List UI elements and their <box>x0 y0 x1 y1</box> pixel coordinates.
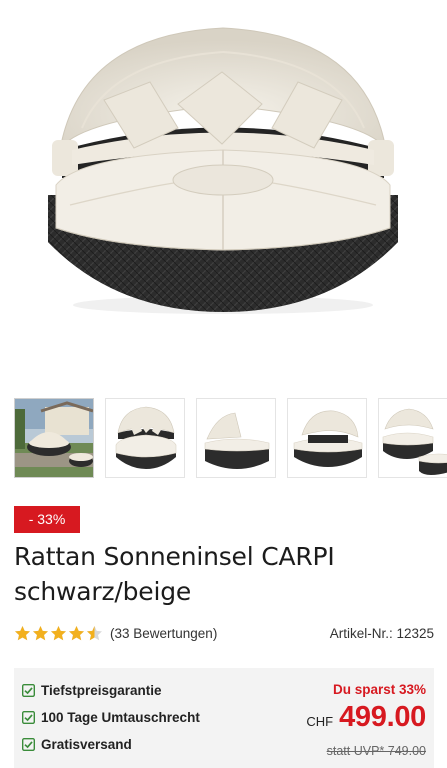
front-view-thumbnail <box>106 399 184 477</box>
article-number: Artikel-Nr.: 12325 <box>329 626 434 641</box>
price-panel: Tiefstpreisgarantie 100 Tage Umtauschrec… <box>14 668 434 768</box>
star-icon <box>15 626 30 641</box>
benefit-label: Gratisversand <box>41 736 132 752</box>
gallery-thumbnail-5[interactable] <box>378 398 447 478</box>
star-icon <box>33 626 48 641</box>
current-price: 499.00 <box>339 701 426 733</box>
gallery-thumbnail-1[interactable] <box>14 398 94 478</box>
outdoor-scene-thumbnail <box>15 399 93 477</box>
benefit-item: 100 Tage Umtauschrecht <box>22 707 200 727</box>
star-rating[interactable] <box>14 625 103 642</box>
currency-label: CHF <box>306 714 334 729</box>
savings-text: Du sparst 33% <box>332 682 426 697</box>
benefit-item: Tiefstpreisgarantie <box>22 680 162 700</box>
benefit-label: 100 Tage Umtauschrecht <box>41 709 200 725</box>
gallery-thumbnail-3[interactable] <box>196 398 276 478</box>
product-title: Rattan Sonneninsel CARPI schwarz/beige <box>14 542 335 606</box>
star-icon <box>87 626 102 641</box>
original-price: statt UVP* 749.00 <box>326 744 426 758</box>
benefit-label: Tiefstpreisgarantie <box>41 682 162 698</box>
benefit-item: Gratisversand <box>22 734 132 754</box>
checkbox-check-icon <box>22 737 35 751</box>
gallery-thumbnail-2[interactable] <box>105 398 185 478</box>
gallery-thumbnail-4[interactable] <box>287 398 367 478</box>
checkbox-check-icon <box>22 710 35 724</box>
product-main-image[interactable] <box>0 0 447 390</box>
star-icon <box>51 626 66 641</box>
folded-view-thumbnail <box>197 399 275 477</box>
star-icon <box>69 626 84 641</box>
reviews-link[interactable]: (33 Bewertungen) <box>110 626 217 641</box>
discount-badge: - 33% <box>14 506 80 533</box>
thumbnail-strip <box>0 398 447 480</box>
side-view-thumbnail <box>288 399 366 477</box>
price-row: CHF 499.00 <box>306 701 426 734</box>
checkbox-check-icon <box>22 683 35 697</box>
sun-island-illustration <box>48 27 398 314</box>
split-view-thumbnail <box>379 399 447 477</box>
rating-row: (33 Bewertungen) Artikel-Nr.: 12325 <box>14 624 434 646</box>
